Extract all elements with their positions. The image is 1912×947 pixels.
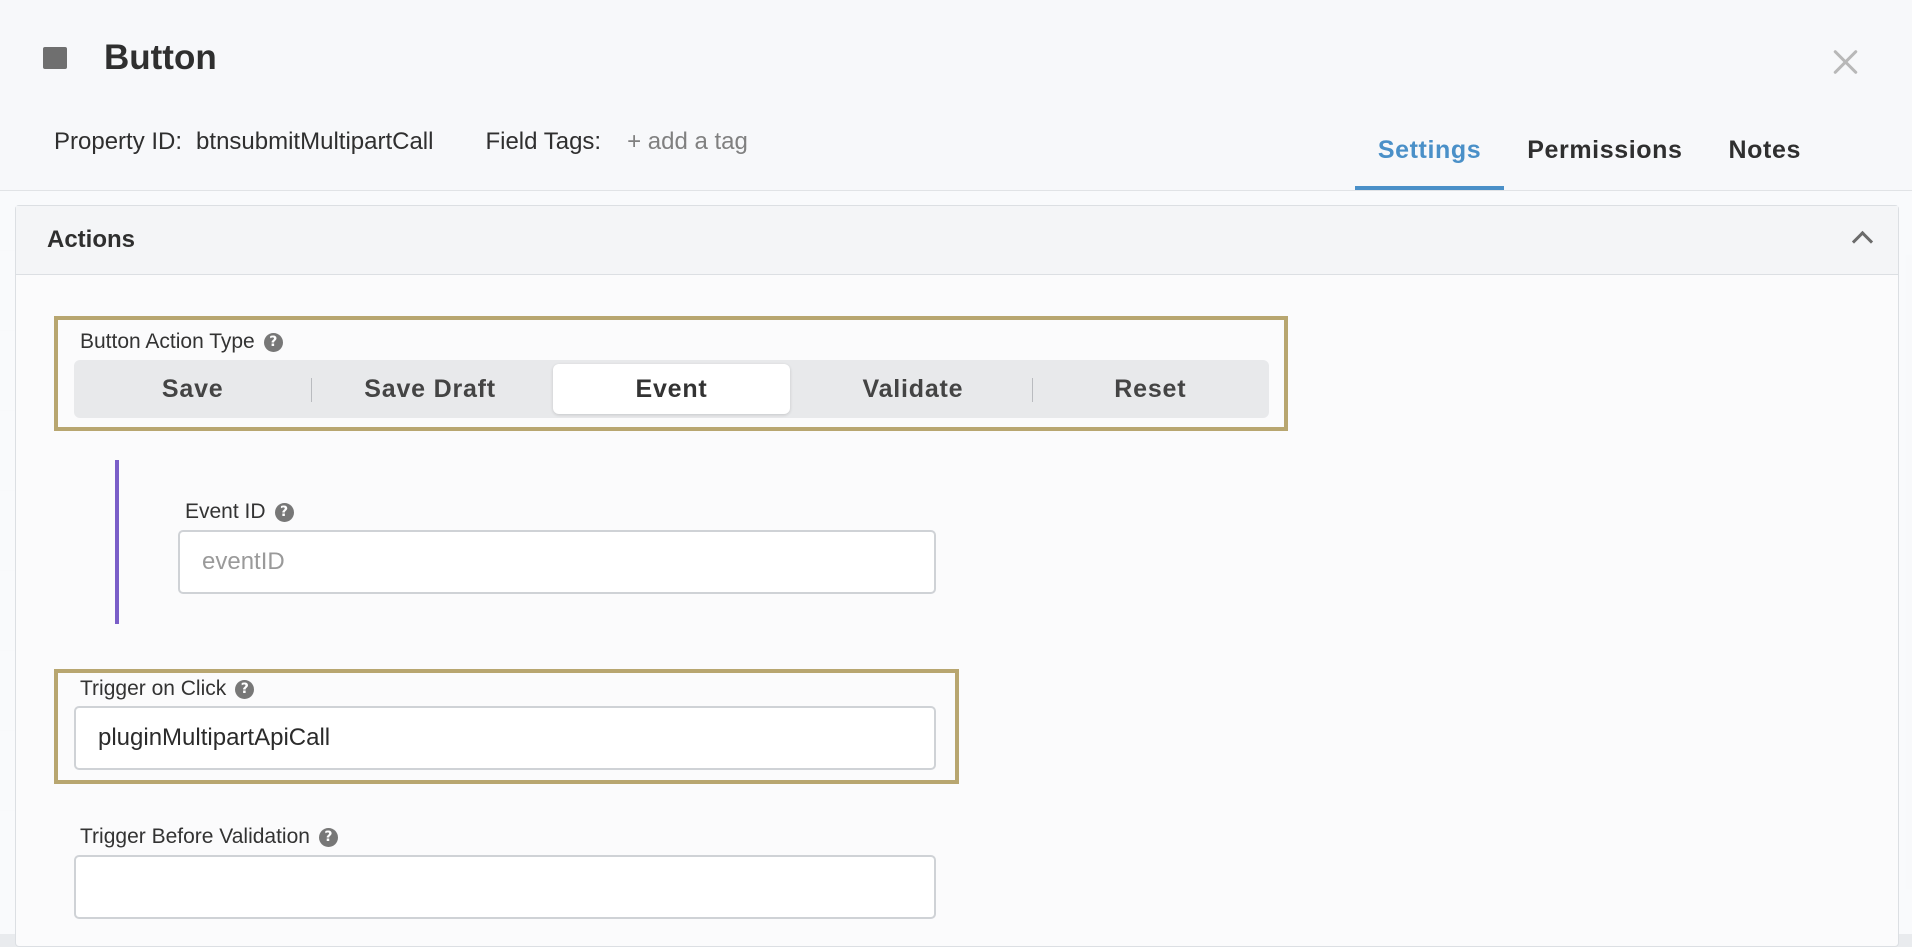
trigger-on-click-label: Trigger on Click	[80, 677, 227, 700]
add-tag-link[interactable]: + add a tag	[627, 128, 748, 156]
action-type-save[interactable]: Save	[74, 364, 311, 414]
trigger-before-validation-label-row: Trigger Before Validation ?	[80, 825, 338, 849]
action-type-save-draft[interactable]: Save Draft	[311, 364, 548, 414]
action-type-validate[interactable]: Validate	[794, 364, 1031, 414]
action-type-event[interactable]: Event	[552, 364, 791, 414]
help-icon[interactable]: ?	[274, 502, 294, 522]
button-settings-modal: Button Property ID: btnsubmitMultipartCa…	[0, 0, 1912, 947]
help-icon[interactable]: ?	[235, 679, 255, 699]
modal-title: Button	[104, 38, 217, 77]
event-id-label: Event ID	[185, 500, 266, 523]
actions-panel-title: Actions	[47, 226, 136, 253]
event-id-input[interactable]	[178, 530, 936, 594]
property-id-label: Property ID:	[54, 128, 183, 155]
tab-settings[interactable]: Settings	[1354, 112, 1505, 190]
close-icon[interactable]	[1828, 44, 1864, 80]
action-type-reset[interactable]: Reset	[1031, 364, 1269, 414]
property-id-value: btnsubmitMultipartCall	[196, 128, 434, 155]
trigger-on-click-label-row: Trigger on Click ?	[80, 677, 255, 701]
event-settings-indicator	[115, 460, 119, 624]
event-id-label-row: Event ID ?	[185, 500, 294, 524]
modal-header: Button Property ID: btnsubmitMultipartCa…	[0, 0, 1912, 191]
square-icon	[43, 47, 67, 69]
field-tags-label: Field Tags:	[485, 128, 602, 155]
tab-permissions[interactable]: Permissions	[1504, 112, 1705, 190]
help-icon[interactable]: ?	[263, 332, 283, 352]
trigger-before-validation-label: Trigger Before Validation	[80, 825, 310, 848]
actions-panel-header[interactable]: Actions	[16, 206, 1898, 275]
trigger-on-click-input[interactable]	[74, 706, 936, 770]
button-action-type-selector: Save Save Draft Event Validate Reset	[74, 360, 1269, 418]
tab-notes[interactable]: Notes	[1706, 112, 1824, 190]
property-meta-row: Property ID: btnsubmitMultipartCall Fiel…	[54, 128, 748, 156]
trigger-before-validation-input[interactable]	[74, 855, 936, 919]
button-action-type-label-row: Button Action Type ?	[80, 330, 283, 354]
chevron-up-icon[interactable]	[1852, 228, 1870, 246]
modal-tabs: Settings Permissions Notes	[1354, 112, 1824, 190]
help-icon[interactable]: ?	[318, 827, 338, 847]
button-action-type-label: Button Action Type	[80, 330, 255, 353]
